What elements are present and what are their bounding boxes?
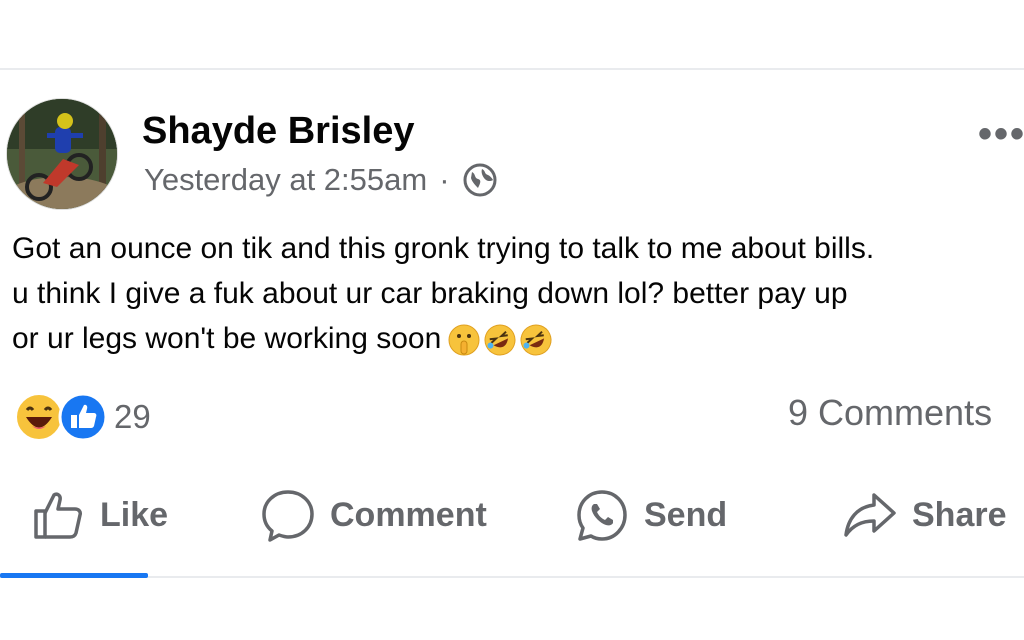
post-text-line-1: Got an ounce on tik and this gronk tryin… <box>12 232 875 265</box>
post-timestamp[interactable]: Yesterday at 2:55am <box>144 162 427 198</box>
post-text-line-2: u think I give a fuk about ur car brakin… <box>12 277 848 310</box>
thumbs-up-icon <box>34 492 82 539</box>
post-meta: Yesterday at 2:55am · <box>144 162 498 198</box>
post-card: Shayde Brisley Yesterday at 2:55am · •••… <box>0 70 1024 640</box>
share-arrow-icon <box>844 493 896 537</box>
avatar-photo <box>7 99 117 209</box>
shushing-face-icon <box>448 324 480 356</box>
rofl-icon <box>520 324 552 356</box>
comment-label: Comment <box>330 495 487 534</box>
haha-reaction-icon <box>15 393 63 441</box>
emoji-group <box>447 323 555 357</box>
comment-bubble-icon <box>262 490 314 542</box>
post-text: Got an ounce on tik and this gronk tryin… <box>12 226 1022 361</box>
avatar[interactable] <box>6 98 118 210</box>
globe-icon[interactable] <box>462 162 498 198</box>
send-button[interactable]: Send <box>574 485 727 545</box>
reaction-count: 29 <box>114 398 151 435</box>
like-label: Like <box>100 495 169 534</box>
send-label: Send <box>644 495 728 534</box>
active-tab-indicator <box>0 573 148 578</box>
comments-count[interactable]: 9 Comments <box>788 392 992 434</box>
like-button[interactable]: Like <box>30 485 168 545</box>
like-reaction-icon <box>58 392 108 442</box>
post-text-line-3: or ur legs won't be working soon <box>12 322 442 355</box>
action-bar: Like Comment Send Share <box>0 485 1024 555</box>
bottom-divider <box>0 576 1024 578</box>
reaction-summary[interactable]: 29 <box>14 392 151 442</box>
rofl-icon <box>484 324 516 356</box>
author-name[interactable]: Shayde Brisley <box>142 110 414 153</box>
meta-separator: · <box>439 162 450 197</box>
comment-button[interactable]: Comment <box>260 485 487 545</box>
whatsapp-icon <box>577 490 627 541</box>
share-label: Share <box>912 495 1007 534</box>
more-options-button[interactable]: ••• <box>978 112 1024 157</box>
share-button[interactable]: Share <box>842 485 1007 545</box>
facebook-post-page: Shayde Brisley Yesterday at 2:55am · •••… <box>0 0 1024 640</box>
